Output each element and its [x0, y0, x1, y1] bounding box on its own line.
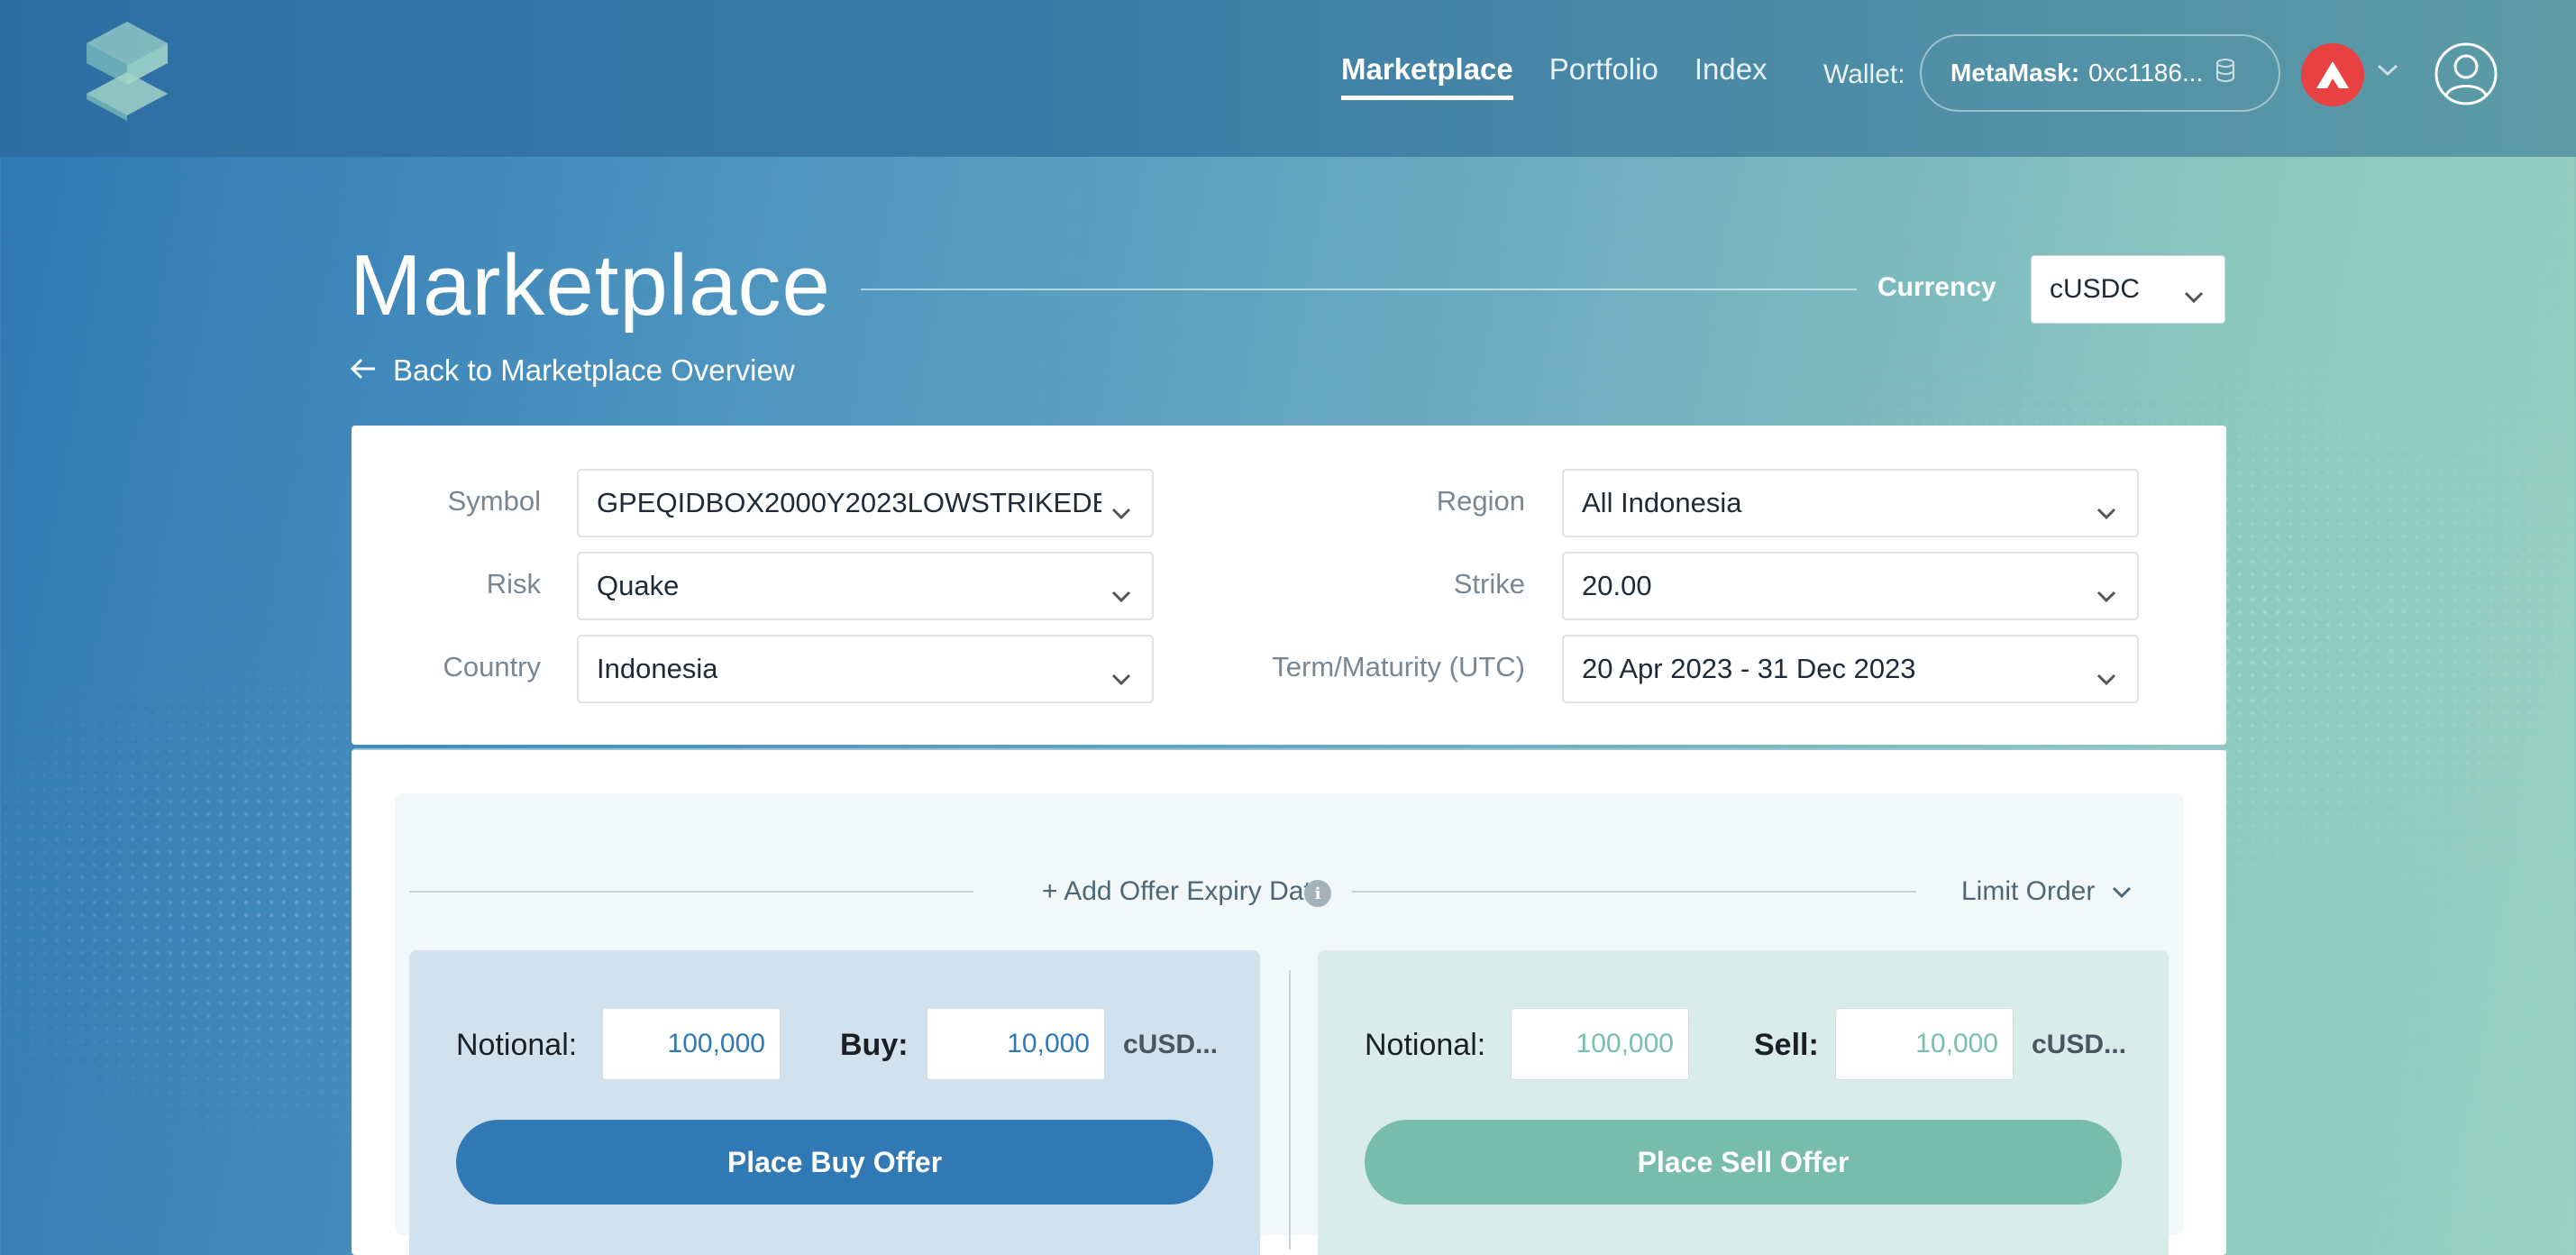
sell-notional-input[interactable]	[1511, 1008, 1689, 1080]
risk-select[interactable]: Quake	[577, 552, 1154, 620]
chevron-down-icon	[2111, 876, 2133, 907]
currency-value: cUSDC	[2050, 274, 2141, 304]
back-link-label: Back to Marketplace Overview	[393, 353, 795, 387]
strike-value: 20.00	[1582, 570, 1652, 601]
buy-notional-input[interactable]	[602, 1008, 781, 1080]
country-value: Indonesia	[597, 653, 718, 684]
sell-price-label: Sell:	[1754, 1028, 1819, 1062]
expiry-divider-left	[409, 891, 973, 893]
country-select[interactable]: Indonesia	[577, 635, 1154, 703]
term-label: Term/Maturity (UTC)	[1272, 651, 1525, 682]
region-value: All Indonesia	[1582, 487, 1742, 518]
title-divider	[861, 289, 1857, 290]
network-chevron-down-icon[interactable]	[2376, 63, 2399, 81]
sell-notional-label: Notional:	[1365, 1028, 1486, 1062]
symbol-value: GPEQIDBOX2000Y2023LOWSTRIKEDEC	[597, 487, 1101, 518]
symbol-label: Symbol	[447, 485, 541, 517]
app-logo-icon[interactable]	[78, 18, 177, 124]
term-select[interactable]: 20 Apr 2023 - 31 Dec 2023	[1562, 635, 2139, 703]
chevron-down-icon	[2096, 662, 2117, 694]
wallet-button[interactable]: MetaMask: 0xc1186...	[1920, 34, 2280, 112]
sell-unit-label: cUSD...	[2032, 1030, 2127, 1059]
nav-item-marketplace[interactable]: Marketplace	[1341, 52, 1513, 100]
chevron-down-icon	[2096, 496, 2117, 528]
arrow-left-icon	[350, 353, 377, 388]
buy-price-input[interactable]	[927, 1008, 1105, 1080]
currency-label: Currency	[1877, 272, 1996, 302]
user-icon[interactable]	[2434, 41, 2498, 110]
place-sell-offer-button[interactable]: Place Sell Offer	[1365, 1120, 2122, 1205]
top-header: Marketplace Portfolio Index Wallet: Meta…	[0, 0, 2576, 157]
buy-panel: Notional: Buy: cUSD... Place Buy Offer	[409, 950, 1260, 1255]
buy-notional-label: Notional:	[456, 1028, 578, 1062]
main-nav: Marketplace Portfolio Index	[1341, 52, 1768, 100]
wallet-label: Wallet:	[1823, 60, 1905, 89]
filter-card: Symbol GPEQIDBOX2000Y2023LOWSTRIKEDEC Ri…	[352, 426, 2226, 745]
info-icon[interactable]: i	[1304, 880, 1331, 907]
sell-panel: Notional: Sell: cUSD... Place Sell Offer	[1318, 950, 2169, 1255]
order-type-select[interactable]: Limit Order	[1961, 876, 2133, 907]
strike-label: Strike	[1453, 568, 1525, 600]
buy-unit-label: cUSD...	[1123, 1030, 1219, 1059]
country-label: Country	[443, 651, 541, 682]
avalanche-icon[interactable]	[2301, 43, 2364, 106]
nav-item-index[interactable]: Index	[1694, 52, 1768, 100]
place-buy-offer-button[interactable]: Place Buy Offer	[456, 1120, 1213, 1205]
wallet-provider: MetaMask:	[1950, 59, 2080, 87]
add-offer-expiry-date-button[interactable]: + Add Offer Expiry Date	[1042, 876, 1326, 907]
risk-label: Risk	[486, 568, 541, 600]
chevron-down-icon	[2096, 579, 2117, 611]
nav-item-portfolio[interactable]: Portfolio	[1549, 52, 1658, 100]
currency-select[interactable]: cUSDC	[2031, 255, 2225, 324]
database-icon	[2215, 58, 2235, 88]
term-value: 20 Apr 2023 - 31 Dec 2023	[1582, 653, 1916, 684]
risk-value: Quake	[597, 570, 680, 601]
chevron-down-icon	[1110, 662, 1132, 694]
buy-price-label: Buy:	[840, 1028, 909, 1062]
order-panel: + Add Offer Expiry Date i Limit Order No…	[395, 793, 2183, 1255]
chevron-down-icon	[1110, 496, 1132, 528]
page-title: Marketplace	[350, 237, 831, 334]
region-label: Region	[1436, 485, 1525, 517]
panel-divider	[1289, 970, 1291, 1250]
region-select[interactable]: All Indonesia	[1562, 469, 2139, 537]
chevron-down-icon	[1110, 579, 1132, 611]
order-card: + Add Offer Expiry Date i Limit Order No…	[352, 748, 2226, 1255]
strike-select[interactable]: 20.00	[1562, 552, 2139, 620]
expiry-divider-right	[1352, 891, 1916, 893]
wallet-address: 0xc1186...	[2088, 59, 2204, 87]
sell-price-input[interactable]	[1835, 1008, 2014, 1080]
chevron-down-icon	[2183, 281, 2205, 312]
symbol-select[interactable]: GPEQIDBOX2000Y2023LOWSTRIKEDEC	[577, 469, 1154, 537]
order-type-value: Limit Order	[1961, 876, 2096, 906]
back-to-overview-link[interactable]: Back to Marketplace Overview	[350, 353, 795, 388]
